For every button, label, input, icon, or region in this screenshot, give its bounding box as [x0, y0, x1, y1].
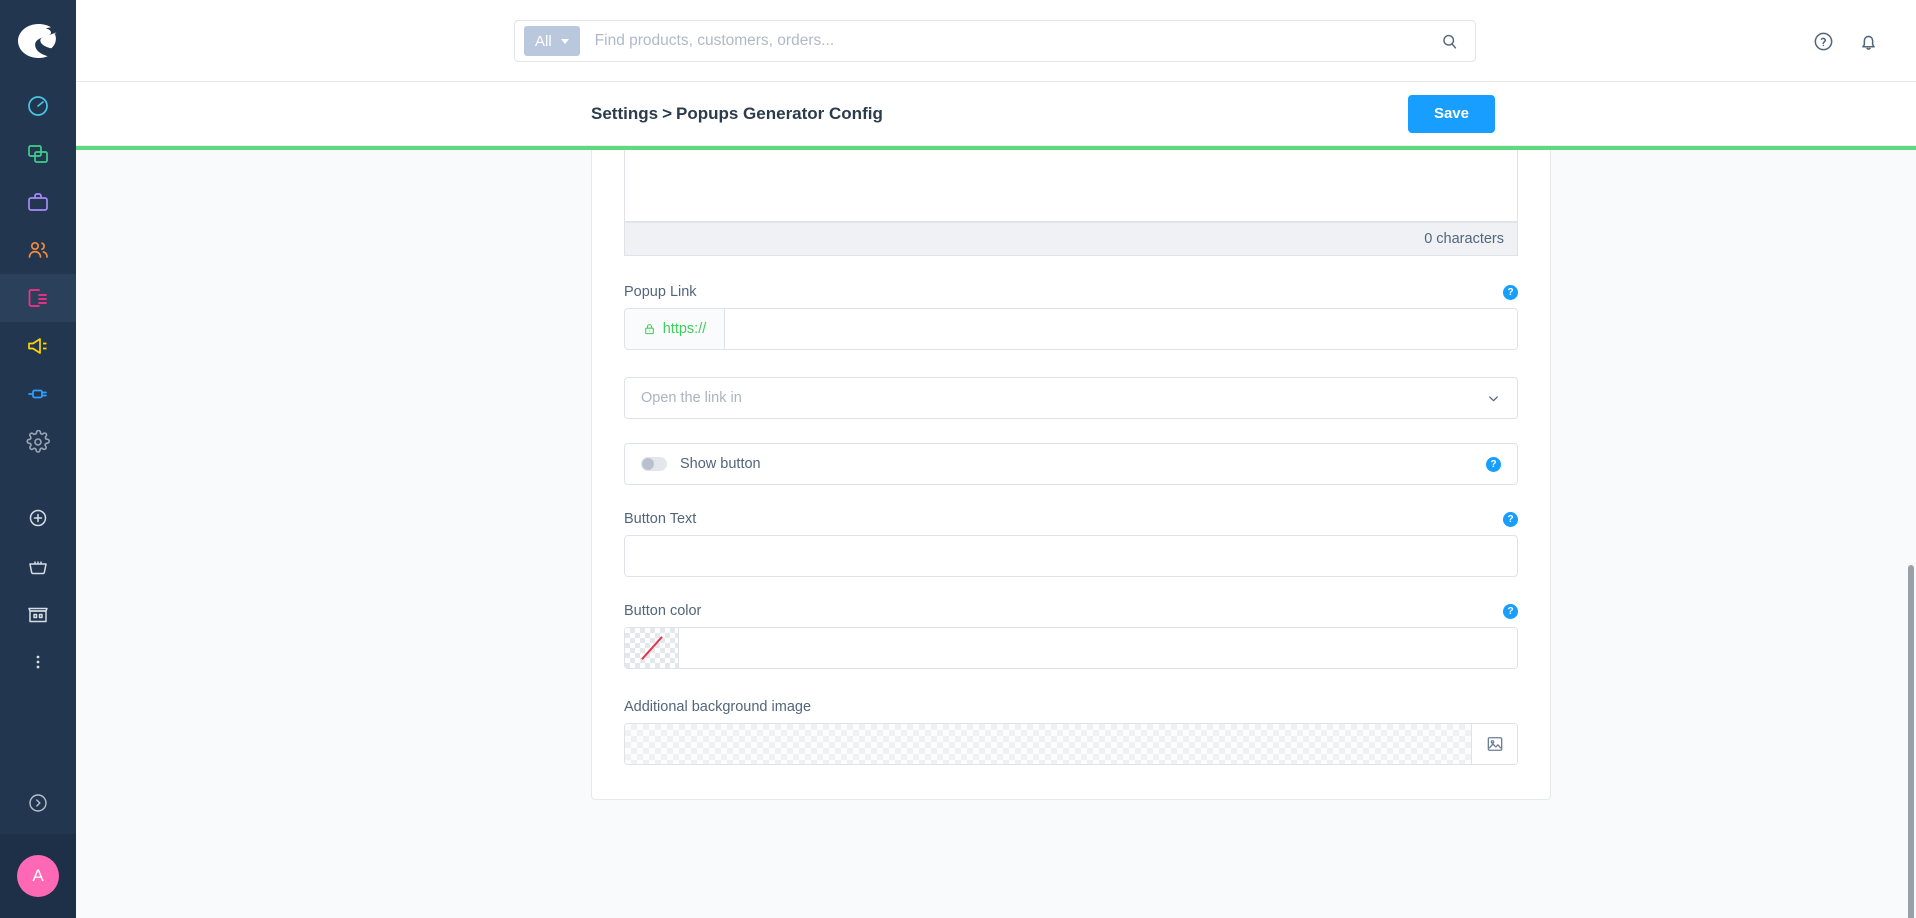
search-submit-button[interactable] — [1423, 21, 1475, 61]
avatar[interactable]: A — [17, 855, 59, 897]
sidebar-expand-button[interactable] — [0, 772, 76, 834]
show-button-label: Show button — [680, 456, 761, 472]
breadcrumb-separator: > — [662, 103, 672, 123]
popup-link-input-row: https:// — [624, 308, 1518, 350]
sidebar: A — [0, 0, 76, 918]
user-avatar-area[interactable]: A — [0, 834, 76, 918]
sidebar-primary-nav — [0, 82, 76, 466]
settings-gear-icon — [26, 430, 50, 453]
sidebar-item-settings[interactable] — [0, 418, 76, 466]
color-swatch-none-icon[interactable] — [625, 628, 679, 668]
extensions-plug-icon — [28, 389, 47, 399]
search-scope-label: All — [535, 32, 552, 50]
popup-text-field: 0 characters — [624, 150, 1518, 256]
storefront-icon — [28, 607, 48, 623]
sidebar-item-storefront[interactable] — [0, 590, 76, 638]
popup-textarea[interactable] — [624, 150, 1518, 222]
toggle-knob — [642, 458, 654, 470]
show-button-row: Show button ? — [624, 443, 1518, 485]
sidebar-item-orders[interactable] — [0, 178, 76, 226]
popup-link-field: Popup Link ? https:// — [624, 284, 1518, 350]
sidebar-item-dashboard[interactable] — [0, 82, 76, 130]
sidebar-item-add-new[interactable] — [0, 494, 76, 542]
sidebar-item-customers[interactable] — [0, 226, 76, 274]
main-area: All Settings>Popups Gene — [76, 0, 1916, 918]
breadcrumb: Settings > Popups Generator Config — [591, 104, 883, 124]
button-color-help-icon[interactable]: ? — [1503, 604, 1518, 619]
save-button[interactable]: Save — [1407, 94, 1495, 133]
search-scope-dropdown[interactable]: All — [524, 26, 580, 56]
search-input[interactable] — [594, 32, 1423, 50]
sidebar-item-extensions[interactable] — [0, 370, 76, 418]
page-header: Settings > Popups Generator Config Save — [76, 82, 1916, 146]
topbar-icon-group — [1812, 0, 1880, 82]
scrollbar-thumb[interactable] — [1908, 565, 1914, 918]
scrollbar-track[interactable] — [1907, 150, 1915, 918]
popup-link-help-icon[interactable]: ? — [1503, 285, 1518, 300]
show-button-toggle[interactable] — [641, 457, 667, 471]
customers-people-icon — [28, 241, 48, 258]
orders-briefcase-icon — [28, 193, 48, 211]
sidebar-item-marketing[interactable] — [0, 322, 76, 370]
background-image-preview[interactable] — [625, 724, 1471, 764]
chevron-down-icon — [560, 38, 569, 44]
sidebar-utility-nav — [0, 494, 76, 686]
button-color-input[interactable] — [679, 628, 1517, 668]
button-text-input[interactable] — [624, 535, 1518, 577]
sidebar-item-more-options[interactable] — [0, 638, 76, 686]
catalogue-stack-icon — [28, 145, 48, 163]
open-link-in-select[interactable]: Open the link in — [624, 377, 1518, 419]
content-pages-icon — [28, 289, 47, 307]
background-image-field: Additional background image — [624, 699, 1518, 765]
popup-link-label: Popup Link — [624, 284, 697, 300]
button-color-field: Button color ? — [624, 603, 1518, 669]
background-image-upload-button[interactable] — [1471, 724, 1517, 764]
help-circle-icon[interactable] — [1812, 30, 1835, 53]
dashboard-gauge-icon — [28, 96, 48, 116]
chevron-right-circle-icon — [29, 794, 47, 812]
show-button-field: Show button ? — [624, 443, 1518, 485]
button-color-label: Button color — [624, 603, 702, 619]
show-button-help-icon[interactable]: ? — [1486, 456, 1501, 472]
no-color-strike — [640, 636, 663, 660]
chevron-down-icon — [1489, 395, 1498, 401]
breadcrumb-root[interactable]: Settings — [591, 104, 658, 123]
button-text-label: Button Text — [624, 511, 697, 527]
content-scroll-area: 0 characters Popup Link ? https:// Open … — [76, 150, 1916, 918]
shopware-logo-icon — [18, 24, 57, 58]
sidebar-item-catalogues[interactable] — [0, 130, 76, 178]
image-upload-icon — [1487, 737, 1502, 751]
bell-icon[interactable] — [1857, 30, 1880, 53]
basket-icon — [29, 561, 47, 575]
open-link-in-field: Open the link in — [624, 377, 1518, 419]
background-image-row — [624, 723, 1518, 765]
sidebar-item-basket[interactable] — [0, 542, 76, 590]
open-link-in-placeholder: Open the link in — [641, 390, 742, 406]
search-icon — [1442, 34, 1456, 49]
more-vertical-icon — [36, 655, 40, 669]
button-text-field: Button Text ? — [624, 511, 1518, 577]
button-text-help-icon[interactable]: ? — [1503, 512, 1518, 527]
background-image-label: Additional background image — [624, 699, 812, 715]
lock-icon — [644, 324, 654, 335]
global-search-box: All — [514, 20, 1476, 62]
popups-generator-config-card: 0 characters Popup Link ? https:// Open … — [591, 150, 1551, 800]
plus-circle-icon — [29, 509, 47, 527]
sidebar-item-content[interactable] — [0, 274, 76, 322]
character-counter: 0 characters — [624, 222, 1518, 256]
popup-link-prefix-label: https:// — [662, 321, 707, 337]
sidebar-logo[interactable] — [0, 0, 76, 82]
page-title: Popups Generator Config — [676, 103, 883, 123]
topbar: All — [76, 0, 1916, 82]
marketing-megaphone-icon — [28, 338, 47, 354]
button-color-row — [624, 627, 1518, 669]
popup-link-input[interactable] — [725, 309, 1517, 349]
popup-link-prefix: https:// — [625, 309, 725, 349]
